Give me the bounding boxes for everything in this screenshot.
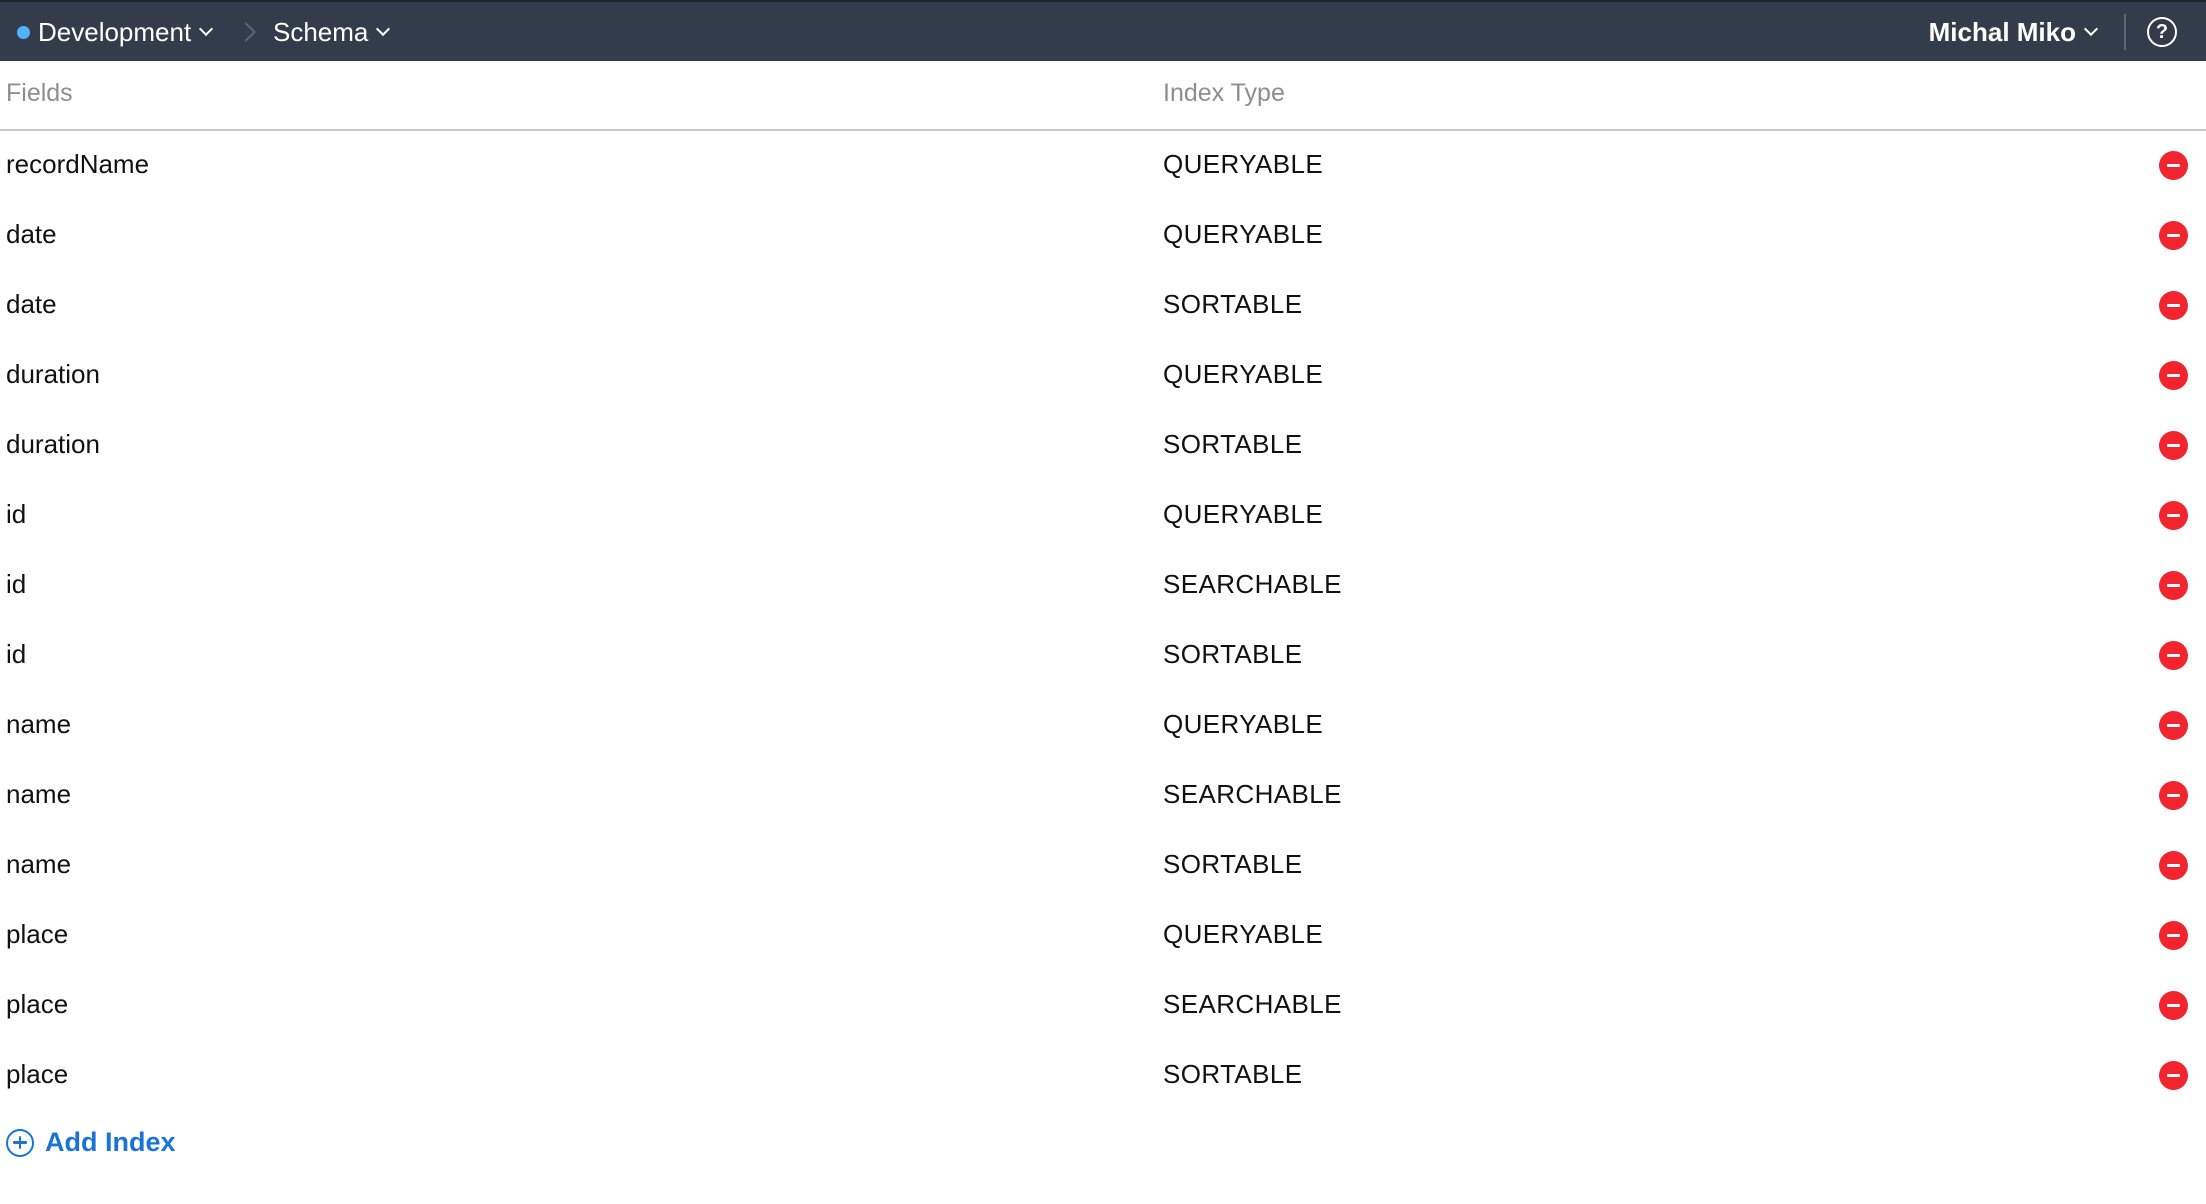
field-name: place (6, 1059, 69, 1089)
remove-circle-icon[interactable] (2159, 711, 2188, 740)
section-selector[interactable]: Schema (273, 14, 391, 50)
table-row: place QUERYABLE (0, 901, 2206, 971)
add-index-label: Add Index (45, 1127, 176, 1157)
index-type: QUERYABLE (1163, 499, 1324, 529)
topbar-divider (2124, 14, 2126, 50)
remove-circle-icon[interactable] (2159, 151, 2188, 180)
field-name: id (6, 639, 27, 669)
index-type: QUERYABLE (1163, 919, 1324, 949)
top-bar: Development Schema Michal Miko ? (0, 0, 2206, 61)
index-type: SORTABLE (1163, 289, 1303, 319)
index-type: SORTABLE (1163, 429, 1303, 459)
user-menu[interactable]: Michal Miko (1928, 14, 2099, 50)
remove-circle-icon[interactable] (2159, 431, 2188, 460)
environment-label: Development (38, 16, 192, 47)
breadcrumb-chevron-right-icon (237, 20, 259, 44)
remove-circle-icon[interactable] (2159, 361, 2188, 390)
help-icon[interactable]: ? (2147, 17, 2177, 47)
help-symbol: ? (2155, 20, 2169, 43)
index-type: QUERYABLE (1163, 709, 1324, 739)
table-row: place SEARCHABLE (0, 971, 2206, 1041)
field-name: place (6, 989, 69, 1019)
indexes-panel: Fields Index Type recordName QUERYABLE d… (0, 61, 2206, 1204)
fields-column-header: Fields (6, 79, 73, 107)
user-name: Michal Miko (1928, 16, 2076, 47)
table-row: id QUERYABLE (0, 481, 2206, 551)
table-row: id SORTABLE (0, 621, 2206, 691)
table-row: name SORTABLE (0, 831, 2206, 901)
field-name: duration (6, 429, 100, 459)
section-label: Schema (273, 16, 369, 47)
index-type: QUERYABLE (1163, 149, 1324, 179)
table-row: id SEARCHABLE (0, 551, 2206, 621)
table-row: duration SORTABLE (0, 411, 2206, 481)
field-name: date (6, 289, 57, 319)
index-type: SEARCHABLE (1163, 989, 1342, 1019)
environment-selector[interactable]: Development (17, 14, 214, 50)
table-row: date QUERYABLE (0, 201, 2206, 271)
index-type: QUERYABLE (1163, 359, 1324, 389)
chevron-down-icon (199, 21, 214, 37)
remove-circle-icon[interactable] (2159, 851, 2188, 880)
index-type: SEARCHABLE (1163, 569, 1342, 599)
index-type: QUERYABLE (1163, 219, 1324, 249)
add-index-button[interactable]: Add Index (6, 1127, 176, 1158)
table-row: name SEARCHABLE (0, 761, 2206, 831)
index-type: SEARCHABLE (1163, 779, 1342, 809)
field-name: name (6, 849, 72, 879)
table-row: recordName QUERYABLE (0, 131, 2206, 201)
table-row: date SORTABLE (0, 271, 2206, 341)
field-name: id (6, 499, 27, 529)
table-row: place SORTABLE (0, 1041, 2206, 1111)
table-header: Fields Index Type (0, 61, 2206, 131)
remove-circle-icon[interactable] (2159, 991, 2188, 1020)
field-name: date (6, 219, 57, 249)
field-name: name (6, 709, 72, 739)
field-name: recordName (6, 149, 150, 179)
table-row: name QUERYABLE (0, 691, 2206, 761)
remove-circle-icon[interactable] (2159, 641, 2188, 670)
plus-circle-icon (6, 1128, 34, 1157)
index-type: SORTABLE (1163, 639, 1303, 669)
table-row: duration QUERYABLE (0, 341, 2206, 411)
environment-status-dot-icon (17, 25, 30, 39)
remove-circle-icon[interactable] (2159, 781, 2188, 810)
remove-circle-icon[interactable] (2159, 1061, 2188, 1090)
index-type: SORTABLE (1163, 1059, 1303, 1089)
index-type: SORTABLE (1163, 849, 1303, 879)
field-name: id (6, 569, 27, 599)
remove-circle-icon[interactable] (2159, 921, 2188, 950)
chevron-down-icon (2083, 21, 2099, 37)
remove-circle-icon[interactable] (2159, 291, 2188, 320)
field-name: place (6, 919, 69, 949)
chevron-down-icon (376, 21, 391, 37)
remove-circle-icon[interactable] (2159, 221, 2188, 250)
field-name: name (6, 779, 72, 809)
index-type-column-header: Index Type (1163, 79, 1285, 107)
remove-circle-icon[interactable] (2159, 571, 2188, 600)
field-name: duration (6, 359, 100, 389)
remove-circle-icon[interactable] (2159, 501, 2188, 530)
